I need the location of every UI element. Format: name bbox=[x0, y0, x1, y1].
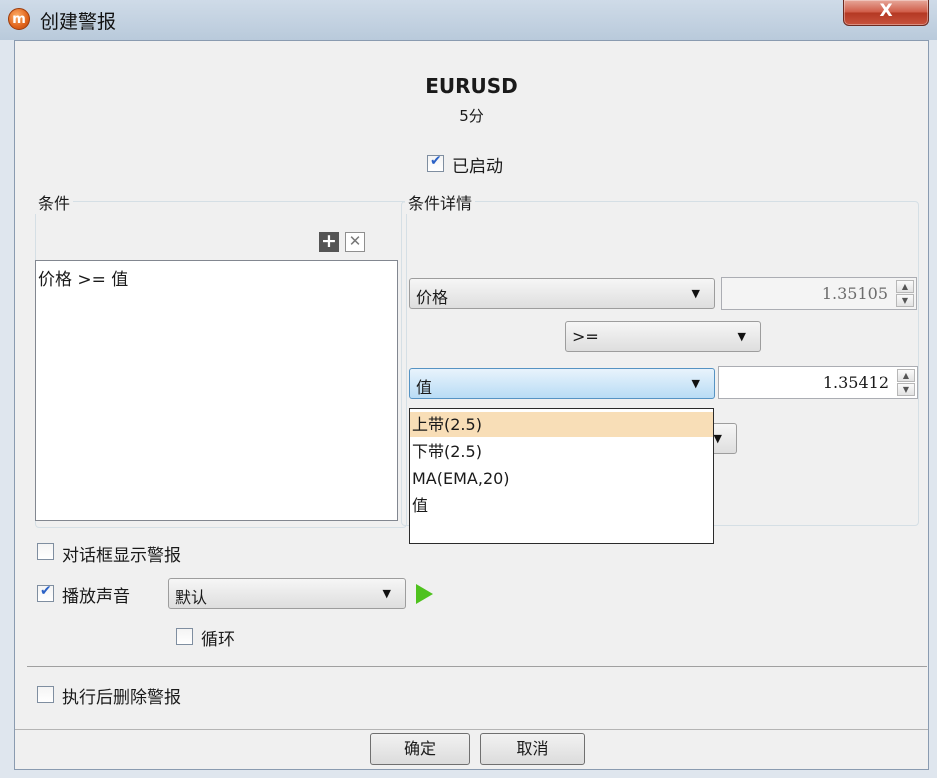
dialog-body: EURUSD 5分 已启动 条件 + ✕ 价格 >= 值 条件详情 价格 ▼ 1… bbox=[14, 40, 929, 770]
timeframe-label: 5分 bbox=[459, 107, 484, 125]
conditions-list[interactable]: 价格 >= 值 bbox=[35, 260, 398, 521]
window-title: 创建警报 bbox=[40, 11, 117, 33]
play-icon[interactable] bbox=[416, 584, 433, 604]
loop-label: 循环 bbox=[201, 630, 235, 650]
loop-checkbox[interactable] bbox=[176, 628, 193, 645]
ok-button[interactable]: 确定 bbox=[370, 733, 470, 765]
left-operand-select[interactable]: 价格 ▼ bbox=[409, 278, 715, 309]
operator-select[interactable]: >= ▼ bbox=[565, 321, 761, 352]
right-value: 1.35412 bbox=[822, 373, 889, 392]
right-operand-select[interactable]: 值 ▼ bbox=[409, 368, 715, 399]
spinner-buttons: ▲ ▼ bbox=[896, 280, 914, 307]
right-operand-dropdown[interactable]: 上带(2.5) 下带(2.5) MA(EMA,20) 值 bbox=[409, 408, 714, 544]
spin-down-icon[interactable]: ▼ bbox=[897, 383, 915, 396]
chevron-down-icon: ▼ bbox=[713, 432, 722, 445]
chevron-down-icon: ▼ bbox=[737, 330, 746, 343]
dialog-alert-checkbox[interactable] bbox=[37, 543, 54, 560]
dropdown-option[interactable]: 上带(2.5) bbox=[410, 412, 713, 437]
chevron-down-icon: ▼ bbox=[382, 587, 391, 600]
cancel-button[interactable]: 取消 bbox=[480, 733, 585, 765]
left-value-spinner[interactable]: 1.35105 ▲ ▼ bbox=[721, 277, 917, 310]
dropdown-option[interactable]: 下带(2.5) bbox=[410, 439, 713, 464]
close-button[interactable]: X bbox=[843, 0, 929, 26]
play-sound-label: 播放声音 bbox=[62, 587, 130, 607]
right-value-spinner[interactable]: 1.35412 ▲ ▼ bbox=[718, 366, 918, 399]
add-condition-icon[interactable]: + bbox=[319, 232, 339, 252]
right-operand-value: 值 bbox=[416, 378, 433, 397]
delete-after-label: 执行后删除警报 bbox=[62, 688, 181, 708]
spin-up-icon[interactable]: ▲ bbox=[896, 280, 914, 293]
dropdown-option[interactable]: 值 bbox=[410, 493, 713, 518]
chevron-down-icon: ▼ bbox=[691, 287, 700, 300]
left-value: 1.35105 bbox=[821, 284, 888, 303]
app-icon: m bbox=[8, 8, 30, 30]
button-bar: 确定 取消 bbox=[15, 729, 928, 769]
enabled-checkbox[interactable] bbox=[427, 153, 444, 172]
sound-select[interactable]: 默认 ▼ bbox=[168, 578, 406, 609]
delete-after-checkbox[interactable] bbox=[37, 686, 54, 703]
play-sound-checkbox[interactable] bbox=[37, 583, 54, 602]
spin-up-icon[interactable]: ▲ bbox=[897, 369, 915, 382]
symbol-title: EURUSD bbox=[425, 74, 518, 98]
dialog-alert-label: 对话框显示警报 bbox=[62, 546, 181, 566]
sound-select-value: 默认 bbox=[175, 588, 208, 607]
title-bar: m 创建警报 X bbox=[0, 0, 937, 40]
dropdown-option[interactable]: MA(EMA,20) bbox=[410, 466, 713, 491]
enabled-label: 已启动 bbox=[452, 157, 503, 177]
spinner-buttons: ▲ ▼ bbox=[897, 369, 915, 396]
chevron-down-icon: ▼ bbox=[691, 377, 700, 390]
condition-item[interactable]: 价格 >= 值 bbox=[38, 265, 128, 290]
left-operand-value: 价格 bbox=[416, 288, 449, 307]
operator-value: >= bbox=[572, 327, 599, 346]
divider bbox=[27, 666, 927, 667]
delete-condition-icon[interactable]: ✕ bbox=[345, 232, 365, 252]
spin-down-icon[interactable]: ▼ bbox=[896, 294, 914, 307]
details-title: 条件详情 bbox=[405, 190, 476, 214]
conditions-title: 条件 bbox=[35, 190, 74, 214]
